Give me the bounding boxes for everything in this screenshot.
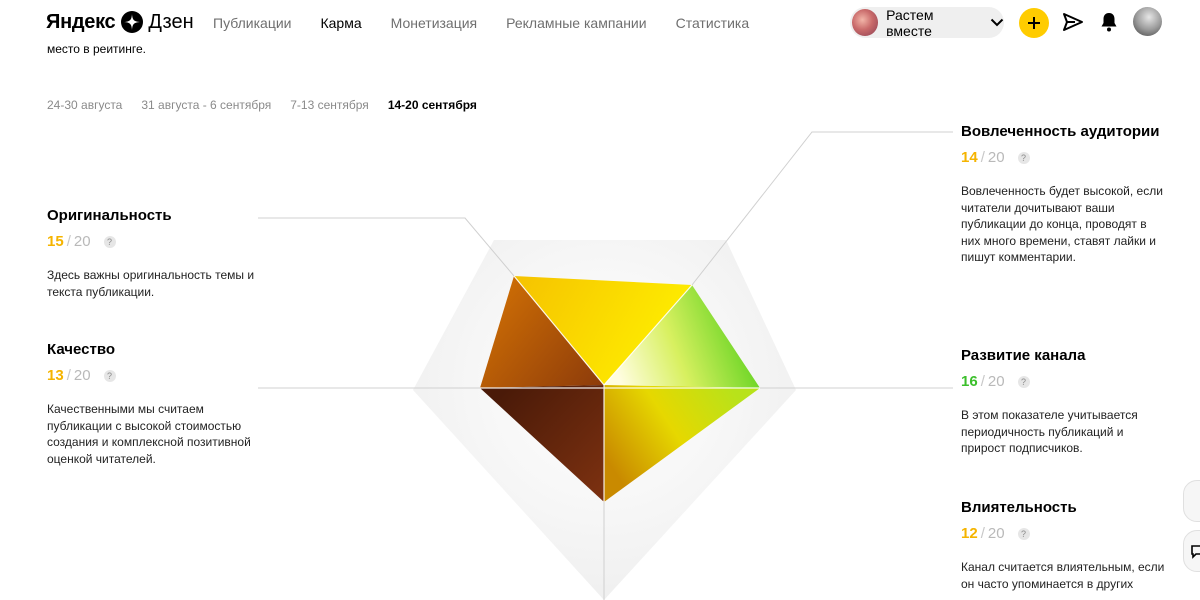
- nav-ad-campaigns[interactable]: Рекламные кампании: [506, 14, 646, 32]
- metric-title: Вовлеченность аудитории: [961, 123, 1160, 140]
- send-icon[interactable]: [1062, 11, 1084, 38]
- score-separator: /: [980, 373, 985, 390]
- help-icon[interactable]: ?: [1017, 152, 1030, 164]
- metric-max: 20: [73, 367, 91, 384]
- score-separator: /: [980, 525, 985, 542]
- metric-title: Развитие канала: [961, 347, 1086, 364]
- side-widget-button[interactable]: [1183, 480, 1200, 522]
- nav-statistics[interactable]: Статистика: [676, 14, 750, 32]
- chat-icon: [1191, 545, 1200, 559]
- help-icon[interactable]: ?: [1017, 376, 1030, 388]
- logo-zen: Дзен: [148, 10, 194, 33]
- metric-value: 13: [47, 367, 64, 384]
- channel-avatar: [852, 9, 879, 36]
- metric-value: 16: [961, 373, 978, 390]
- help-icon[interactable]: ?: [103, 370, 116, 382]
- metric-title: Влиятельность: [961, 499, 1077, 516]
- metric-description: Канал считается влиятельным, если он час…: [961, 560, 1165, 591]
- help-icon[interactable]: ?: [103, 236, 116, 248]
- logo[interactable]: Яндекс Дзен: [46, 9, 194, 35]
- metric-max: 20: [987, 149, 1005, 166]
- channel-name: Растем вместе: [886, 6, 934, 39]
- metric-score: 13 / 20 ?: [47, 367, 257, 385]
- metric-score: 12 / 20 ?: [961, 525, 1166, 543]
- metric-score: 15 / 20 ?: [47, 233, 257, 251]
- metric-value: 15: [47, 233, 64, 250]
- metric-description: Здесь важны оригинальность темы и текста…: [47, 268, 255, 299]
- metric-engagement: Вовлеченность аудитории 14 / 20 ? Вовлеч…: [961, 123, 1166, 266]
- score-separator: /: [980, 149, 985, 166]
- metric-max: 20: [73, 233, 91, 250]
- score-separator: /: [66, 233, 71, 250]
- metric-description: В этом показателе учитывается периодично…: [961, 408, 1138, 455]
- nav-karma[interactable]: Карма: [320, 14, 361, 32]
- zen-star-icon: [121, 11, 144, 33]
- chevron-down-icon: [990, 14, 1004, 32]
- plus-icon[interactable]: [1019, 8, 1049, 38]
- metric-originality: Оригинальность 15 / 20 ? Здесь важны ори…: [47, 207, 257, 300]
- user-avatar[interactable]: [1133, 7, 1162, 36]
- metric-score: 14 / 20 ?: [961, 149, 1166, 167]
- logo-yandex: Яндекс: [46, 10, 116, 33]
- metric-score: 16 / 20 ?: [961, 373, 1166, 391]
- metric-influence: Влиятельность 12 / 20 ? Канал считается …: [961, 499, 1166, 592]
- metric-growth: Развитие канала 16 / 20 ? В этом показат…: [961, 347, 1166, 457]
- metric-value: 14: [961, 149, 978, 166]
- metric-description: Вовлеченность будет высокой, если читате…: [961, 184, 1163, 264]
- nav-monetization[interactable]: Монетизация: [391, 14, 478, 32]
- channel-switcher[interactable]: Растем вместе: [850, 6, 1004, 39]
- metric-description: Качественными мы считаем публикации с вы…: [47, 402, 251, 466]
- top-bar: Яндекс Дзен Публикации Карма Монетизация…: [0, 0, 1200, 46]
- metric-max: 20: [987, 525, 1005, 542]
- main-nav: Публикации Карма Монетизация Рекламные к…: [213, 14, 778, 32]
- metric-value: 12: [961, 525, 978, 542]
- nav-publications[interactable]: Публикации: [213, 14, 291, 32]
- metric-title: Оригинальность: [47, 207, 172, 224]
- metric-quality: Качество 13 / 20 ? Качественными мы счит…: [47, 341, 257, 467]
- metric-max: 20: [987, 373, 1005, 390]
- metric-title: Качество: [47, 341, 116, 358]
- feedback-button[interactable]: [1183, 530, 1200, 572]
- score-separator: /: [66, 367, 71, 384]
- help-icon[interactable]: ?: [1017, 528, 1030, 540]
- bell-icon[interactable]: [1100, 12, 1118, 37]
